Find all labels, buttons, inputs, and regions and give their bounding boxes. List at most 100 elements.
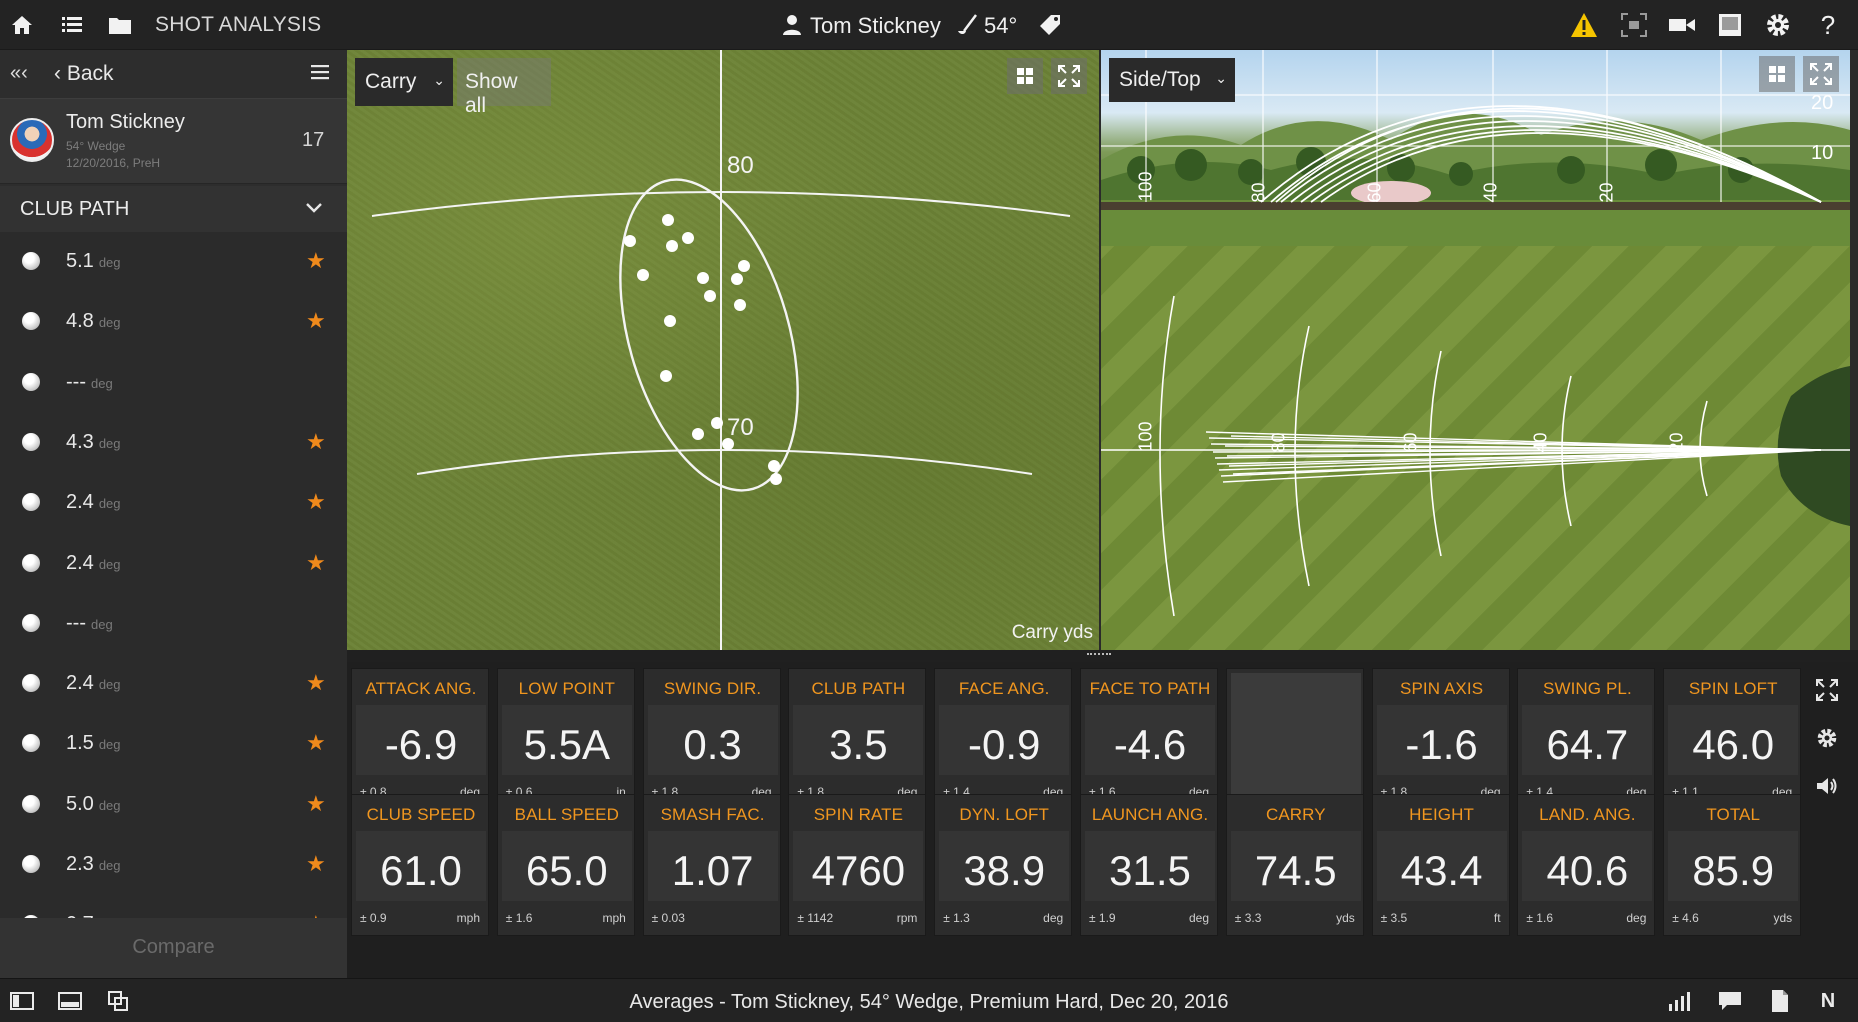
metric-tile[interactable]: SPIN LOFT 46.0 ± 1.1 deg — [1663, 668, 1802, 810]
help-icon[interactable]: ? — [1814, 10, 1842, 40]
fullscreen-icon[interactable] — [1809, 672, 1845, 708]
metric-tile[interactable]: SPIN AXIS -1.6 ± 1.8 deg — [1371, 668, 1510, 810]
shot-row[interactable]: 4.8 deg ★ — [0, 292, 347, 352]
metric-tile[interactable]: FACE TO PATH -4.6 ± 1.6 deg — [1080, 668, 1218, 810]
comment-icon[interactable] — [1716, 987, 1744, 1015]
metric-value: 64.7 — [1546, 721, 1629, 768]
metric-value-box: 65.0 — [501, 831, 632, 901]
metric-value-box: 4760 — [793, 831, 924, 901]
back-button[interactable]: ‹ Back — [54, 62, 114, 86]
player-selector[interactable]: Tom Stickney — [810, 13, 941, 39]
metric-tile[interactable]: SWING DIR. 0.3 ± 1.8 deg — [642, 668, 781, 810]
shot-marker-icon[interactable] — [22, 613, 40, 632]
shot-row[interactable]: 1.5 deg ★ — [0, 714, 347, 774]
show-all-button[interactable]: Show all — [457, 58, 551, 117]
star-icon[interactable]: ★ — [306, 791, 326, 817]
star-icon[interactable]: ★ — [306, 489, 326, 515]
shot-marker-icon[interactable] — [22, 372, 40, 391]
metric-tile[interactable]: LAUNCH ANG. 31.5 ± 1.9 deg — [1080, 794, 1218, 936]
side-view-mode-value: Side/Top — [1119, 68, 1201, 91]
metric-tile[interactable]: LOW POINT 5.5A ± 0.6 in — [496, 668, 635, 810]
star-icon[interactable]: ★ — [306, 429, 326, 455]
warning-icon[interactable] — [1570, 11, 1598, 39]
shot-marker-icon[interactable] — [22, 553, 40, 572]
distance-tick-100: 100 — [1135, 421, 1156, 452]
club-selector[interactable]: 54° — [984, 13, 1017, 39]
player-card[interactable]: Tom Stickney 54° Wedge 12/20/2016, PreH … — [0, 98, 347, 184]
shot-marker-icon[interactable] — [22, 312, 40, 331]
collapse-panel-button[interactable]: «‹ — [10, 62, 28, 85]
video-camera-icon[interactable] — [1668, 11, 1696, 39]
metric-tile[interactable]: BALL SPEED 65.0 ± 1.6 mph — [496, 794, 635, 936]
star-icon[interactable]: ★ — [306, 851, 326, 877]
fullscreen-icon[interactable] — [1051, 58, 1087, 94]
side-view-mode-select[interactable]: Side/Top ⌄ — [1109, 58, 1235, 102]
shot-row[interactable]: 0.7deg★ — [0, 895, 347, 918]
shot-marker-icon[interactable] — [22, 252, 40, 270]
metric-tile[interactable]: LAND. ANG. 40.6 ± 1.6 deg — [1517, 794, 1656, 936]
shot-row[interactable]: 2.4 deg ★ — [0, 534, 347, 594]
metric-tile[interactable]: HEIGHT 43.4 ± 3.5 ft — [1371, 794, 1510, 936]
normalize-button[interactable]: N — [1814, 987, 1842, 1015]
document-icon[interactable] — [1766, 987, 1794, 1015]
metric-tile[interactable]: CLUB SPEED 61.0 ± 0.9 mph — [351, 794, 489, 936]
tag-icon[interactable] — [1036, 11, 1064, 39]
metric-tile[interactable]: DYN. LOFT 38.9 ± 1.3 deg — [934, 794, 1073, 936]
star-icon[interactable]: ★ — [306, 550, 326, 576]
home-icon[interactable] — [8, 11, 36, 39]
side-view[interactable]: 20 10 100 80 60 40 20 Side/Top ⌄ — [1101, 50, 1850, 246]
club-icon[interactable] — [954, 11, 982, 39]
metric-tile[interactable]: CLUB PATH 3.5 ± 1.8 deg — [788, 668, 927, 810]
panel-splitter[interactable] — [347, 650, 1858, 662]
shot-row[interactable]: 2.4 deg ★ — [0, 473, 347, 533]
parameter-dropdown[interactable]: CLUB PATH — [0, 186, 347, 232]
metric-value-box: 3.5 — [793, 705, 924, 775]
fullscreen-icon[interactable] — [1803, 56, 1839, 92]
metric-tile[interactable]: SPIN RATE 4760 ± 1142 rpm — [788, 794, 927, 936]
star-icon[interactable]: ★ — [306, 730, 326, 756]
dispersion-view[interactable]: 80 70 Carry ⌄ Show all Carry yds — [347, 50, 1099, 650]
grid-icon[interactable] — [1759, 56, 1795, 92]
metric-tile[interactable]: TOTAL 85.9 ± 4.6 yds — [1663, 794, 1802, 936]
report-icon[interactable] — [1716, 11, 1744, 39]
shot-row[interactable]: 4.3 deg ★ — [0, 413, 347, 473]
settings-icon[interactable] — [1809, 720, 1845, 756]
shot-row[interactable]: --- deg — [0, 594, 347, 654]
shot-marker-icon[interactable] — [22, 855, 40, 873]
compare-button[interactable]: Compare — [0, 918, 347, 978]
shot-marker-icon[interactable] — [22, 734, 40, 753]
shot-marker-icon[interactable] — [22, 674, 40, 693]
folder-icon[interactable] — [106, 11, 134, 39]
grid-icon[interactable] — [1007, 58, 1043, 94]
metric-tile[interactable]: SWING PL. 64.7 ± 1.4 deg — [1517, 668, 1656, 810]
shot-row[interactable]: --- deg — [0, 353, 347, 413]
top-view[interactable]: 100 80 60 40 20 — [1101, 246, 1850, 650]
settings-icon[interactable] — [1764, 11, 1792, 39]
metric-tile-empty[interactable] — [1225, 668, 1364, 810]
shot-row[interactable]: 5.1 deg ★ — [0, 232, 347, 292]
shot-row[interactable]: 2.3 deg ★ — [0, 835, 347, 895]
star-icon[interactable]: ★ — [306, 670, 326, 696]
shot-list[interactable]: 5.1 deg ★ 4.8 deg ★ --- deg 4.3 deg ★ 2.4 deg ★ 2.4 deg… — [0, 232, 347, 918]
star-icon[interactable]: ★ — [306, 308, 326, 334]
screen-capture-icon[interactable] — [1620, 11, 1648, 39]
menu-icon[interactable] — [310, 62, 334, 86]
session-date: 12/20/2016, PreH — [66, 156, 161, 170]
speaker-icon[interactable] — [1809, 768, 1845, 804]
shot-row[interactable]: 2.4 deg ★ — [0, 654, 347, 714]
chart-icon[interactable] — [1666, 987, 1694, 1015]
shot-marker-icon[interactable] — [22, 432, 40, 451]
star-icon[interactable]: ★ — [306, 248, 326, 274]
shot-marker-icon[interactable] — [22, 794, 40, 813]
list-icon[interactable] — [58, 11, 86, 39]
shot-marker-icon[interactable] — [22, 493, 40, 512]
metric-tile[interactable]: CARRY 74.5 ± 3.3 yds — [1225, 794, 1364, 936]
metric-tile[interactable]: FACE ANG. -0.9 ± 1.4 deg — [934, 668, 1073, 810]
metric-tile[interactable]: ATTACK ANG. -6.9 ± 0.8 deg — [351, 668, 489, 810]
player-name: Tom Stickney — [66, 111, 185, 133]
metric-tile[interactable]: SMASH FAC. 1.07 ± 0.03 — [642, 794, 781, 936]
view-mode-select[interactable]: Carry ⌄ — [355, 58, 453, 106]
shot-value-unit: deg — [98, 737, 121, 753]
star-icon[interactable]: ★ — [306, 911, 326, 918]
shot-row[interactable]: 5.0 deg ★ — [0, 775, 347, 835]
